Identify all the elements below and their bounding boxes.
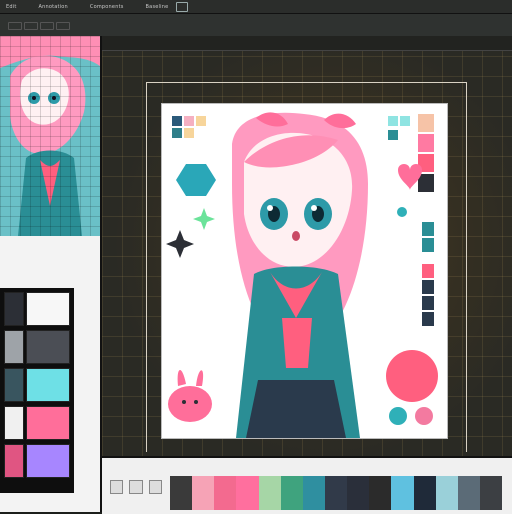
strip-swatch[interactable]: [347, 476, 370, 510]
swatch[interactable]: [26, 444, 70, 478]
menu-item-edit[interactable]: Edit: [6, 4, 16, 10]
swatch[interactable]: [4, 444, 24, 478]
tool-icon[interactable]: [56, 22, 70, 30]
swatch-panel: [0, 288, 74, 493]
strip-swatch[interactable]: [391, 476, 414, 510]
strip-swatch[interactable]: [435, 476, 458, 510]
window-icon[interactable]: [176, 1, 189, 12]
strip-swatch[interactable]: [479, 476, 503, 510]
swatch[interactable]: [26, 292, 70, 326]
strip-swatch[interactable]: [369, 476, 392, 510]
swatch[interactable]: [4, 406, 24, 440]
tool-button[interactable]: [148, 480, 162, 494]
strip-swatch[interactable]: [324, 476, 348, 510]
strip-swatch[interactable]: [413, 476, 436, 510]
swatch[interactable]: [26, 406, 70, 440]
ruler: [102, 36, 512, 51]
strip-swatch[interactable]: [258, 476, 281, 510]
strip-swatch[interactable]: [302, 476, 325, 510]
artboard[interactable]: [162, 104, 447, 438]
bottom-tools: [110, 480, 162, 504]
artboard-art: [166, 112, 438, 438]
tool-icon[interactable]: [8, 22, 22, 30]
menu-bar: Edit Annotation Components Baseline: [0, 0, 512, 14]
tool-button[interactable]: [129, 480, 143, 494]
strip-swatch[interactable]: [170, 476, 193, 510]
tool-icon[interactable]: [40, 22, 54, 30]
toolbar: [0, 14, 512, 37]
bottom-color-strip: [170, 476, 503, 510]
tool-icon[interactable]: [24, 22, 38, 30]
strip-swatch[interactable]: [192, 476, 215, 510]
guide-line: [146, 82, 147, 452]
layer-preview-panel: [0, 36, 102, 236]
swatch[interactable]: [4, 330, 24, 364]
swatch[interactable]: [4, 292, 24, 326]
bunny-icon: [168, 369, 212, 422]
swatch[interactable]: [26, 368, 70, 402]
menu-item-components[interactable]: Components: [90, 4, 124, 10]
strip-swatch[interactable]: [280, 476, 303, 510]
strip-swatch[interactable]: [457, 476, 480, 510]
swatch[interactable]: [4, 368, 24, 402]
tool-button[interactable]: [110, 480, 124, 494]
guide-line: [146, 82, 466, 83]
strip-swatch[interactable]: [236, 476, 259, 510]
strip-swatch[interactable]: [214, 476, 237, 510]
anime-character: [232, 112, 368, 438]
menu-item-annotation[interactable]: Annotation: [38, 4, 67, 10]
menu-item-baseline[interactable]: Baseline: [146, 4, 169, 10]
guide-line: [466, 82, 467, 452]
swatch[interactable]: [26, 330, 70, 364]
